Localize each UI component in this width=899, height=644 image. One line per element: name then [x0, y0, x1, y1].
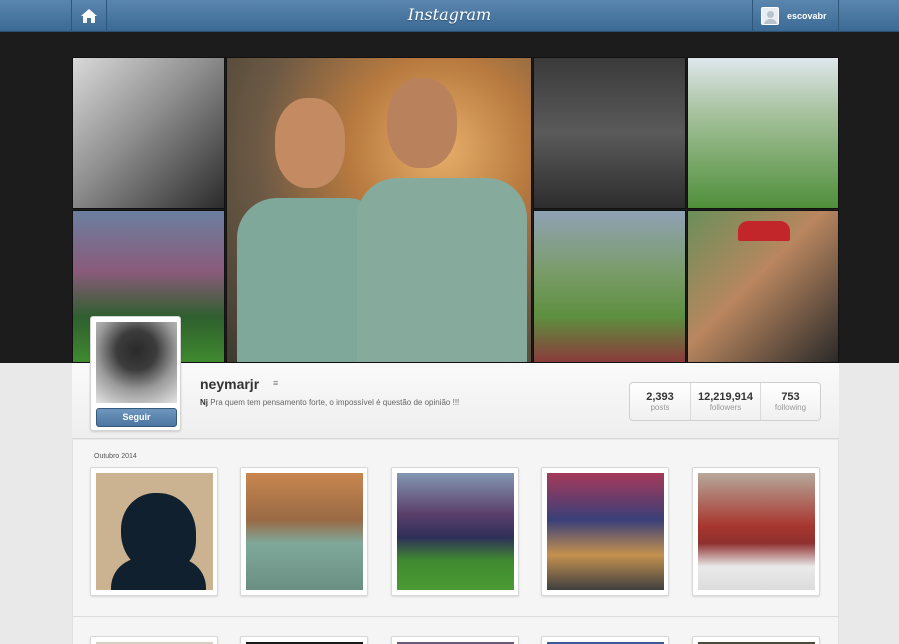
- profile-bio: Nj Pra quem tem pensamento forte, o impo…: [200, 398, 459, 407]
- cover-photo-featured[interactable]: [226, 57, 532, 363]
- cover-photo-mosaic: [72, 57, 839, 363]
- current-username: escovabr: [787, 11, 827, 21]
- post-image: [96, 473, 213, 590]
- posts-count: 2,393: [646, 391, 674, 403]
- profile-username: neymarjr: [200, 376, 260, 392]
- post-thumbnail[interactable]: [391, 636, 519, 644]
- following-stat[interactable]: 753 following: [761, 383, 820, 420]
- cover-photo-4[interactable]: [687, 57, 839, 209]
- photo-figure: [738, 221, 790, 241]
- cover-photo-1[interactable]: [72, 57, 225, 209]
- post-thumbnail[interactable]: [541, 636, 669, 644]
- bio-text: Pra quem tem pensamento forte, o impossí…: [210, 398, 460, 407]
- bio-name: Nj: [200, 398, 208, 407]
- cover-photo-6[interactable]: [687, 210, 839, 363]
- followers-label: followers: [709, 403, 742, 412]
- post-image: [547, 473, 664, 590]
- post-thumbnail[interactable]: [692, 467, 820, 596]
- photo-figure: [387, 78, 457, 168]
- post-thumbnail[interactable]: [240, 467, 368, 596]
- profile-stats: 2,393 posts 12,219,914 followers 753 fol…: [629, 382, 821, 421]
- profile-avatar[interactable]: [96, 322, 177, 403]
- row-divider: [72, 616, 839, 617]
- month-heading: Outubro 2014: [94, 453, 137, 460]
- followers-stat[interactable]: 12,219,914 followers: [691, 383, 761, 420]
- post-thumbnail[interactable]: [541, 467, 669, 596]
- user-avatar-icon: [761, 7, 779, 25]
- post-image: [246, 473, 363, 590]
- current-user-menu[interactable]: escovabr: [752, 0, 839, 32]
- post-thumbnail[interactable]: [90, 467, 218, 596]
- post-thumbnail[interactable]: [90, 636, 218, 644]
- menu-lines-icon[interactable]: ≡: [273, 378, 278, 388]
- cover-photo-3[interactable]: [533, 57, 686, 209]
- following-count: 753: [781, 391, 800, 403]
- top-nav-bar: Instagram escovabr: [0, 0, 899, 32]
- posts-label: posts: [650, 403, 670, 412]
- followers-count: 12,219,914: [697, 391, 754, 403]
- post-thumbnail[interactable]: [240, 636, 368, 644]
- photo-figure: [357, 178, 527, 362]
- post-image: [397, 473, 514, 590]
- post-thumbnail[interactable]: [692, 636, 820, 644]
- photo-figure: [275, 98, 345, 188]
- post-image: [698, 473, 815, 590]
- cover-photo-5[interactable]: [533, 210, 686, 363]
- post-thumbnail[interactable]: [391, 467, 519, 596]
- profile-avatar-card: Seguir: [90, 316, 181, 431]
- follow-button[interactable]: Seguir: [96, 408, 177, 427]
- posts-stat[interactable]: 2,393 posts: [630, 383, 691, 420]
- following-label: following: [774, 403, 807, 412]
